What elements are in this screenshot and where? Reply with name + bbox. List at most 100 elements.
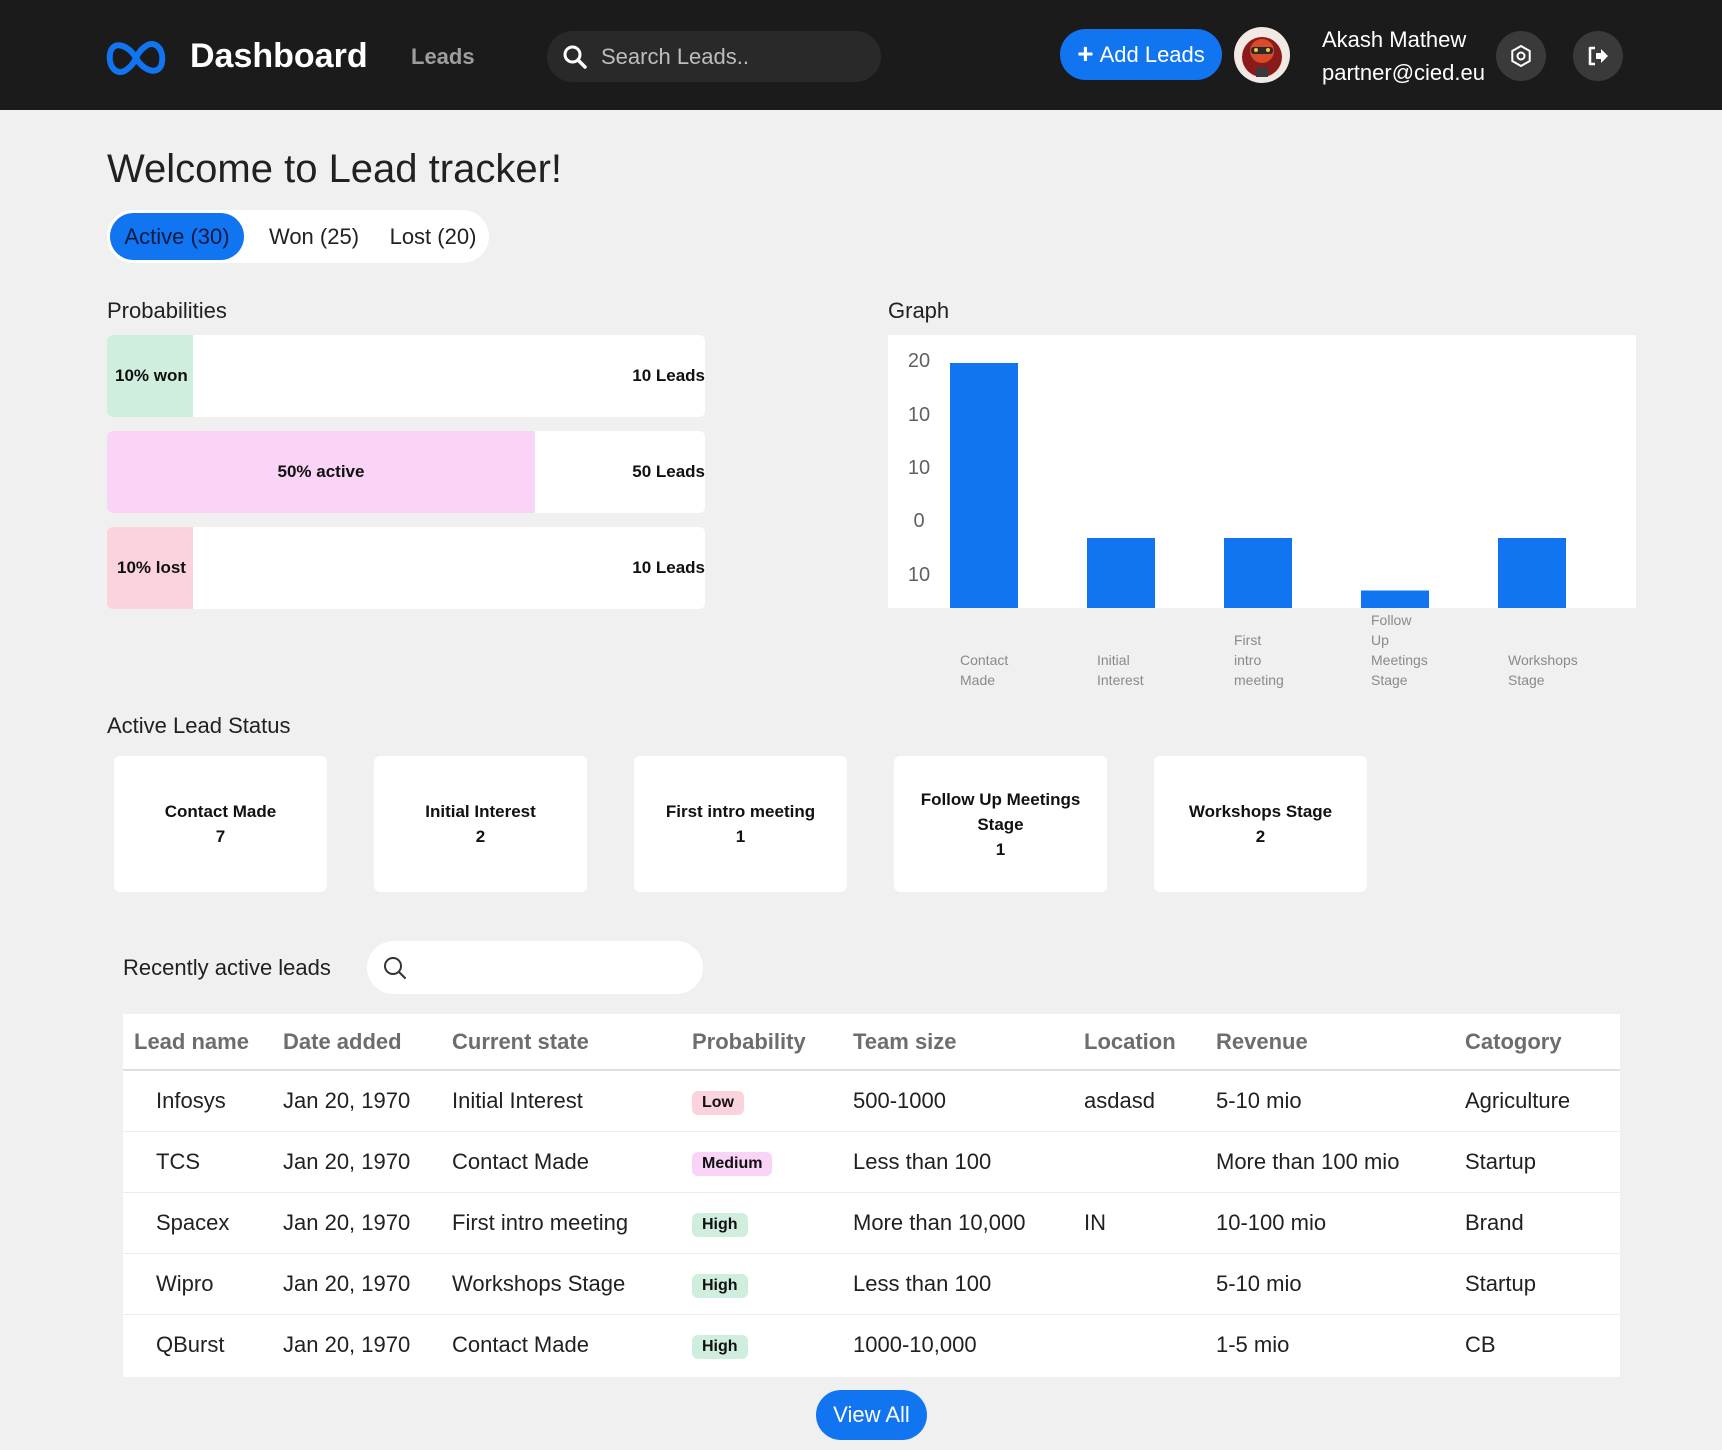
tab-won[interactable]: Won (25) <box>249 213 379 260</box>
status-card-name: Follow Up Meetings Stage <box>920 789 1081 834</box>
probability-row-active: 50% active 50 Leads <box>107 431 705 513</box>
leads-table-container: Lead name Date added Current state Proba… <box>123 1014 1620 1377</box>
y-tick-label: 10 <box>908 457 930 479</box>
status-card-name: First intro meeting <box>665 802 816 821</box>
tab-lost[interactable]: Lost (20) <box>381 213 485 260</box>
status-card-first-intro-meeting[interactable]: First intro meeting 1 <box>634 756 847 892</box>
x-tick-label: Follow Up Meetings Stage <box>1371 612 1428 688</box>
probability-label-lost: 10% lost <box>117 558 186 577</box>
status-card-initial-interest[interactable]: Initial Interest 2 <box>374 756 587 892</box>
probability-label-won: 10% won <box>115 366 188 385</box>
chart-bar[interactable] <box>950 363 1018 608</box>
recent-leads-search[interactable] <box>367 941 703 994</box>
settings-button[interactable] <box>1496 31 1546 81</box>
probability-bar-active: 50% active <box>107 431 535 513</box>
search-icon <box>384 957 406 979</box>
brand-title[interactable]: Dashboard <box>190 34 368 78</box>
probability-row-won: 10% won 10 Leads <box>107 335 705 417</box>
y-tick-label: 10 <box>908 404 930 426</box>
status-card-name: Contact Made <box>164 802 277 821</box>
cell-location <box>1084 1131 1216 1193</box>
table-row[interactable]: Wipro Jan 20, 1970 Workshops Stage High … <box>123 1253 1620 1315</box>
cell-revenue: More than 100 mio <box>1216 1131 1465 1193</box>
recent-leads-search-input[interactable] <box>421 941 691 994</box>
settings-icon <box>1511 44 1531 68</box>
cell-category: CB <box>1465 1331 1496 1357</box>
status-tabs: Active (30) Won (25) Lost (20) <box>107 210 489 263</box>
search-bar[interactable] <box>547 31 881 82</box>
cell-current-state: Contact Made <box>452 1131 692 1193</box>
chart-bar[interactable] <box>1087 538 1155 608</box>
probability-label-active: 50% active <box>277 462 365 481</box>
avatar[interactable] <box>1234 27 1290 83</box>
cell-probability: High <box>692 1314 853 1375</box>
search-input[interactable] <box>601 31 871 82</box>
bar-chart: 20 10 10 0 10 <box>908 350 1566 609</box>
cell-revenue: 10-100 mio <box>1216 1192 1465 1254</box>
probability-badge: High <box>692 1334 748 1359</box>
x-tick-label: First intro meeting <box>1234 632 1284 688</box>
column-header-date-added[interactable]: Date added <box>283 1014 452 1071</box>
cell-current-state: Workshops Stage <box>452 1253 692 1315</box>
user-name: Akash Mathew <box>1322 27 1467 52</box>
probabilities-title: Probabilities <box>107 298 227 323</box>
column-header-location[interactable]: Location <box>1084 1014 1216 1071</box>
column-header-current-state[interactable]: Current state <box>452 1014 692 1071</box>
page-title: Welcome to Lead tracker! <box>107 147 563 191</box>
cell-revenue: 1-5 mio <box>1216 1331 1290 1357</box>
nav-link-leads[interactable]: Leads <box>411 42 475 72</box>
cell-current-state: First intro meeting <box>452 1192 692 1254</box>
cell-date-added: Jan 20, 1970 <box>283 1131 452 1193</box>
column-header-probability[interactable]: Probability <box>692 1014 853 1071</box>
table-row[interactable]: QBurst Jan 20, 1970 Contact Made High 10… <box>123 1314 1620 1375</box>
status-card-workshops-stage[interactable]: Workshops Stage 2 <box>1154 756 1367 892</box>
cell-date-added: Jan 20, 1970 <box>283 1070 452 1132</box>
column-header-revenue[interactable]: Revenue <box>1216 1014 1465 1071</box>
cell-location: asdasd <box>1084 1070 1216 1132</box>
probability-badge: Medium <box>692 1151 773 1176</box>
status-card-count: 2 <box>1255 827 1266 846</box>
cell-current-state: Initial Interest <box>452 1070 692 1132</box>
status-card-contact-made[interactable]: Contact Made 7 <box>114 756 327 892</box>
cell-lead-name: QBurst <box>156 1331 225 1357</box>
table-row[interactable]: TCS Jan 20, 1970 Contact Made Medium Les… <box>123 1131 1620 1193</box>
cell-probability: High <box>692 1253 853 1315</box>
logo-icon[interactable] <box>104 36 168 80</box>
status-card-follow-up-meetings[interactable]: Follow Up Meetings Stage 1 <box>894 756 1107 892</box>
probability-row-lost: 10% lost 10 Leads <box>107 527 705 609</box>
cell-lead-name: Spacex <box>123 1192 283 1254</box>
view-all-button[interactable]: View All <box>816 1390 927 1440</box>
x-tick-label: Initial Interest <box>1097 652 1144 688</box>
chart-bar[interactable] <box>1361 590 1429 609</box>
logout-icon <box>1588 46 1608 66</box>
cell-lead-name: Wipro <box>123 1253 283 1315</box>
cell-lead-name: TCS <box>123 1131 283 1193</box>
cell-team-size: 1000-10,000 <box>853 1331 977 1357</box>
table-header-row: Lead name Date added Current state Proba… <box>123 1014 1620 1071</box>
status-card-count: 1 <box>995 839 1006 859</box>
cell-probability: High <box>692 1192 853 1254</box>
cell-probability: Medium <box>692 1131 853 1193</box>
tab-active[interactable]: Active (30) <box>110 213 244 260</box>
probability-count-active: 50 Leads <box>632 462 705 481</box>
table-row[interactable]: Spacex Jan 20, 1970 First intro meeting … <box>123 1192 1620 1254</box>
probability-badge: Low <box>692 1090 744 1115</box>
column-header-category[interactable]: Catogory <box>1465 1014 1620 1071</box>
logout-button[interactable] <box>1573 31 1623 81</box>
cell-category: Brand <box>1465 1192 1620 1254</box>
cell-revenue: 5-10 mio <box>1216 1070 1465 1132</box>
table-row[interactable]: Infosys Jan 20, 1970 Initial Interest Lo… <box>123 1070 1620 1132</box>
cell-current-state: Contact Made <box>452 1331 589 1357</box>
column-header-team-size[interactable]: Team size <box>853 1014 1084 1071</box>
chart-bar[interactable] <box>1498 538 1566 608</box>
cell-category: Agriculture <box>1465 1070 1620 1132</box>
search-icon <box>563 45 587 69</box>
cell-date-added: Jan 20, 1970 <box>283 1331 411 1357</box>
status-card-name: Initial Interest <box>425 802 536 821</box>
column-header-lead-name[interactable]: Lead name <box>123 1014 283 1071</box>
add-leads-button[interactable]: + Add Leads <box>1060 29 1222 80</box>
user-email: partner@cied.eu <box>1322 60 1485 85</box>
cell-location: IN <box>1084 1192 1216 1254</box>
plus-icon: + <box>1077 37 1094 69</box>
chart-bar[interactable] <box>1224 538 1292 608</box>
